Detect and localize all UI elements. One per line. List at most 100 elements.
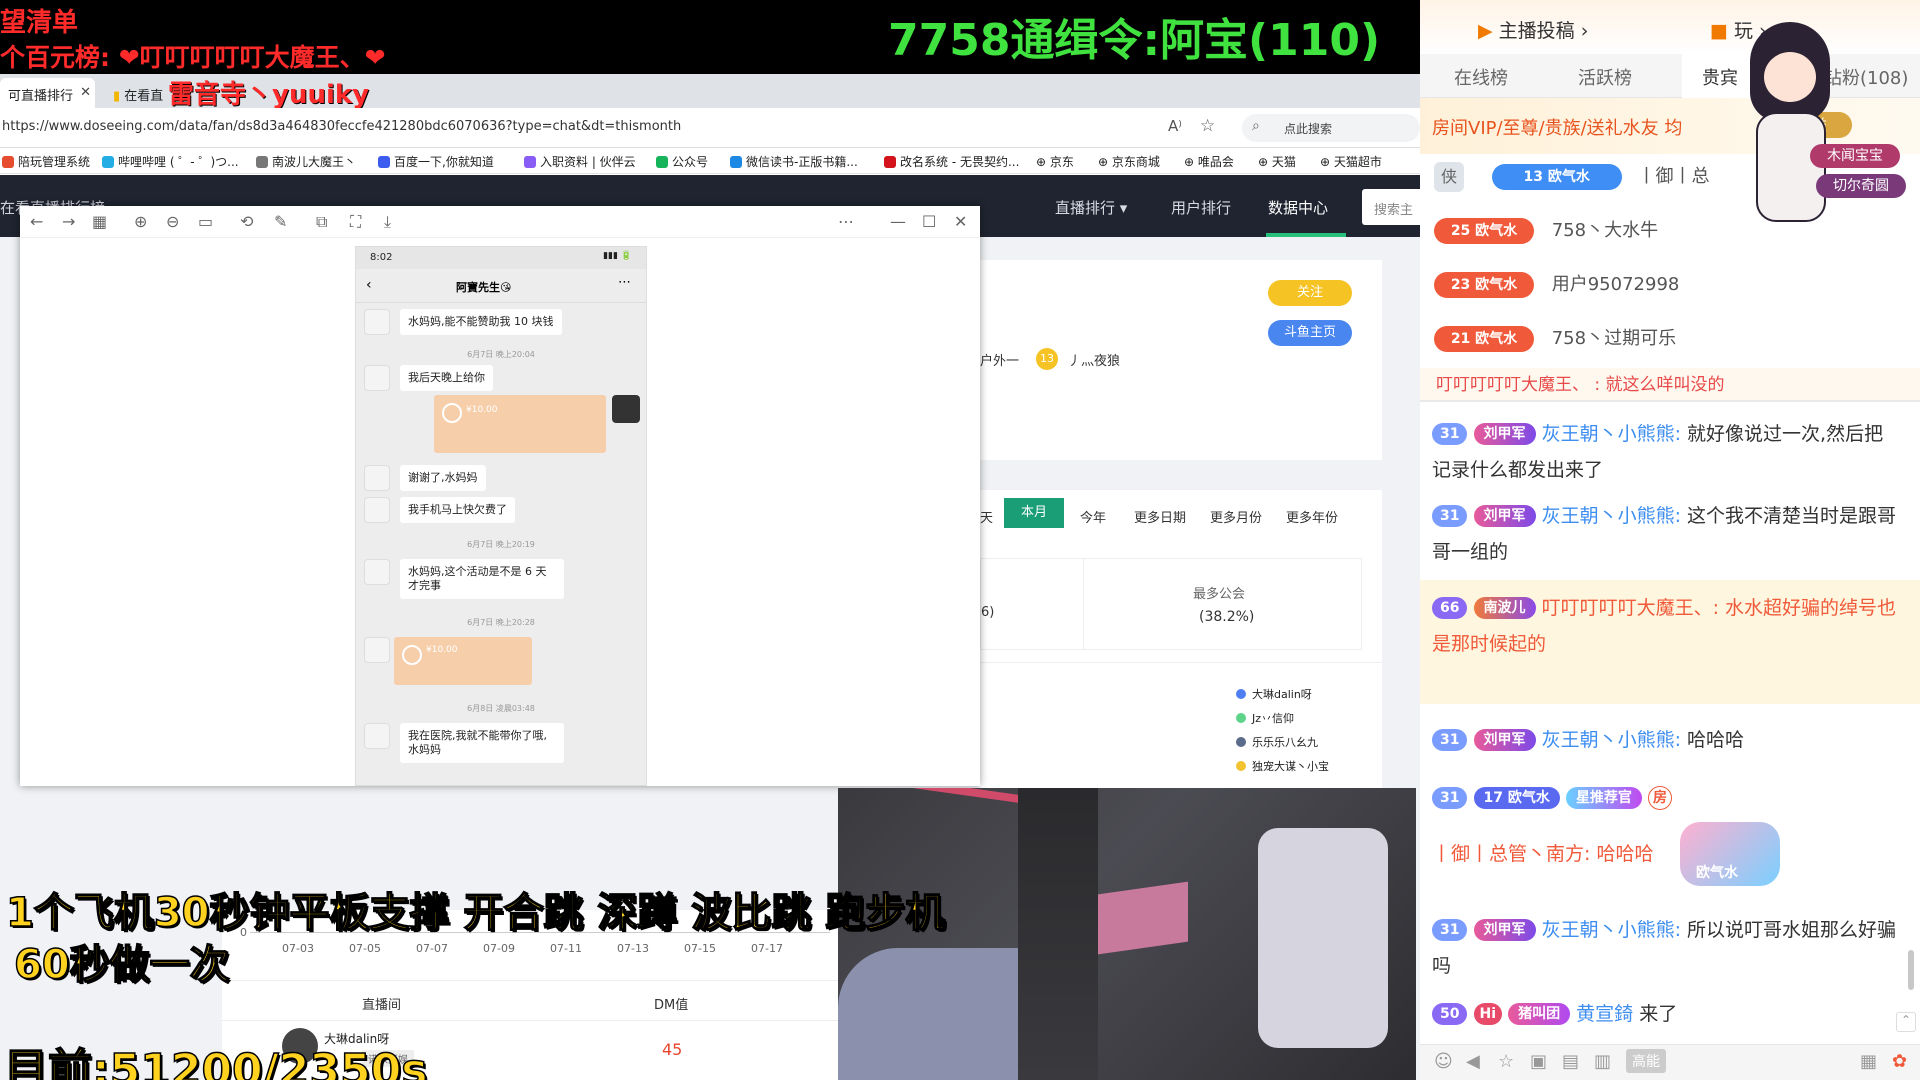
- bookmark-item[interactable]: 陪玩管理系统: [2, 153, 90, 170]
- douyu-home-button[interactable]: 斗鱼主页: [1268, 320, 1352, 346]
- x-tick: 07-03: [282, 942, 314, 955]
- user-level-badge: 31: [1432, 787, 1468, 809]
- browser-tab-1[interactable]: 可直播排行 ✕: [0, 78, 95, 108]
- zoom-out-icon[interactable]: ⊖: [166, 212, 179, 231]
- nav-live-rank[interactable]: 直播排行 ▾: [1055, 197, 1127, 218]
- chat-message[interactable]: 31 刘甲军 灰王朝丶小熊熊: 所以说叮哥水姐那么好骗吗: [1432, 912, 1902, 984]
- chat-username[interactable]: 黄宣錡: [1576, 1003, 1633, 1025]
- rotate-icon[interactable]: ⟲: [240, 212, 253, 231]
- speaker-icon[interactable]: ◀: [1466, 1051, 1480, 1072]
- meme-icon[interactable]: ▥: [1594, 1051, 1611, 1072]
- close-icon[interactable]: ✕: [80, 85, 91, 100]
- vip-rank-row[interactable]: 21 欧气水 758丶过期可乐: [1434, 324, 1904, 354]
- bookmark-item[interactable]: ⊕ 京东商城: [1098, 153, 1160, 170]
- crop-icon[interactable]: ⛶: [350, 212, 361, 232]
- chat-timestamp: 6月7日 晚上20:28: [467, 618, 535, 627]
- read-aloud-icon[interactable]: A⁾: [1168, 117, 1182, 135]
- legend-dot: [1236, 761, 1246, 771]
- bookmark-item[interactable]: 哔哩哔哩 ( ゜- ゜)つ...: [102, 153, 239, 170]
- emoji-icon[interactable]: ☺: [1434, 1051, 1453, 1072]
- bookmark-item[interactable]: ⊕ 天猫: [1258, 153, 1296, 170]
- period-this-year[interactable]: 今年: [1080, 507, 1106, 526]
- url-text[interactable]: https://www.doseeing.com/data/fan/ds8d3a…: [2, 119, 1142, 134]
- chat-username[interactable]: 叮叮叮叮叮大魔王、:: [1542, 597, 1719, 619]
- back-chevron-icon[interactable]: ‹: [366, 277, 372, 293]
- chat-message[interactable]: 50 Hi 猪叫团 黄宣錡 来了: [1432, 996, 1902, 1032]
- chat-message[interactable]: 31 刘甲军 灰王朝丶小熊熊: 哈哈哈: [1432, 722, 1902, 758]
- chat-message[interactable]: 丨御丨总管丶南方: 哈哈哈: [1432, 836, 1902, 872]
- avatar: [364, 559, 390, 585]
- back-arrow-icon[interactable]: ←: [30, 212, 43, 231]
- manage-icon[interactable]: ▤: [1562, 1051, 1579, 1072]
- vip-rank-row[interactable]: 25 欧气水 758丶大水牛: [1434, 216, 1904, 246]
- chat-username[interactable]: 丨御丨总管丶南方:: [1432, 843, 1590, 865]
- period-more-dates[interactable]: 更多日期: [1134, 507, 1186, 526]
- edit-icon[interactable]: ✎: [274, 212, 287, 231]
- zoom-in-icon[interactable]: ⊕: [134, 212, 147, 231]
- bookmark-label: 改名系统 - 无畏契约...: [900, 155, 1020, 169]
- high-energy-button[interactable]: 高能: [1626, 1049, 1666, 1073]
- more-icon[interactable]: ⋯: [838, 212, 854, 231]
- chat-username[interactable]: 灰王朝丶小熊熊:: [1542, 919, 1681, 941]
- bookmark-item[interactable]: 入职资料 | 伙伴云: [524, 153, 636, 170]
- bookmark-item[interactable]: 微信读书-正版书籍...: [730, 153, 858, 170]
- room-badge: 房: [1647, 786, 1672, 810]
- forward-arrow-icon[interactable]: →: [62, 212, 75, 231]
- live-chat-panel: ▶ 主播投稿 › ■ 玩 › 在线榜 活跃榜 贵宾 钻粉(108) 房间VIP/…: [1420, 0, 1920, 1080]
- favorite-star-icon[interactable]: ☆: [1200, 116, 1215, 136]
- chat-contact-name: 阿寶先生😘: [456, 281, 512, 294]
- bookmark-item[interactable]: ⊕ 天猫超市: [1320, 153, 1382, 170]
- close-icon[interactable]: ✕: [954, 212, 967, 231]
- bookmark-favicon-icon: [256, 156, 268, 168]
- chat-message[interactable]: 31 刘甲军 灰王朝丶小熊熊: 就好像说过一次,然后把记录什么都发出来了: [1432, 416, 1902, 488]
- bookmark-item[interactable]: ⊕ 京东: [1036, 153, 1074, 170]
- vip-rank-row[interactable]: 侠 13 欧气水 丨御丨总: [1434, 162, 1904, 192]
- browser-search-box[interactable]: ⌕ 点此搜索: [1242, 114, 1420, 142]
- bookmark-item[interactable]: 改名系统 - 无畏契约...: [884, 153, 1019, 170]
- gift-sticker: 欧气水: [1680, 822, 1780, 886]
- maximize-icon[interactable]: ☐: [922, 212, 936, 231]
- tab-active-rank[interactable]: 活跃榜: [1578, 64, 1632, 90]
- more-icon[interactable]: ⋯: [618, 275, 631, 290]
- payment-bubble: ¥10.00: [394, 637, 532, 685]
- bookmark-item[interactable]: 公众号: [656, 153, 708, 170]
- chat-username[interactable]: 灰王朝丶小熊熊:: [1542, 505, 1681, 527]
- bookmark-item[interactable]: ⊕ 唯品会: [1184, 153, 1234, 170]
- site-search-input[interactable]: 搜索主: [1362, 189, 1420, 225]
- chat-message-highlight[interactable]: 66 南波儿 叮叮叮叮叮大魔王、: 水水超好骗的绰号也是那时候起的: [1432, 590, 1902, 662]
- grid-icon[interactable]: ▦: [92, 212, 107, 231]
- streamer-submit-link[interactable]: ▶ 主播投稿 ›: [1478, 16, 1588, 43]
- follow-button[interactable]: 关注: [1268, 280, 1352, 306]
- nav-user-rank[interactable]: 用户排行: [1171, 197, 1231, 218]
- download-icon[interactable]: ⤓: [384, 212, 391, 232]
- period-more-months[interactable]: 更多月份: [1210, 507, 1262, 526]
- hi-badge: Hi: [1473, 1003, 1503, 1025]
- chat-message[interactable]: 31 17 欧气水 星推荐官 房: [1432, 780, 1902, 816]
- chat-username[interactable]: 灰王朝丶小熊熊:: [1542, 423, 1681, 445]
- gift-icon[interactable]: ✿: [1892, 1051, 1907, 1072]
- copy-icon[interactable]: ⧉: [316, 212, 327, 232]
- bookmark-item[interactable]: 南波儿大魔王丶: [256, 153, 356, 170]
- chat-message[interactable]: 31 刘甲军 灰王朝丶小熊熊: 这个我不清楚当时是跟哥哥一组的: [1432, 498, 1902, 570]
- minimize-icon[interactable]: —: [890, 212, 906, 231]
- star-icon[interactable]: ☆: [1498, 1051, 1514, 1072]
- overlay-exercise-rule-2: 60秒做一次: [13, 941, 230, 989]
- tab-online-rank[interactable]: 在线榜: [1454, 64, 1508, 90]
- chat-username[interactable]: 灰王朝丶小熊熊:: [1542, 729, 1681, 751]
- badge-icon[interactable]: ▣: [1530, 1051, 1547, 1072]
- legend-dot: [1236, 713, 1246, 723]
- period-more-years[interactable]: 更多年份: [1286, 507, 1338, 526]
- tab-1-label: 可直播排行: [8, 89, 74, 104]
- address-bar: https://www.doseeing.com/data/fan/ds8d3a…: [0, 108, 1420, 148]
- filter-icon[interactable]: ▦: [1860, 1051, 1877, 1072]
- fan-badge: 南波儿: [1473, 597, 1536, 619]
- chat-scrollbar[interactable]: [1908, 950, 1914, 990]
- overlay-progress: 目前:51200/2350s: [3, 1044, 428, 1080]
- period-this-month[interactable]: 本月: [1004, 498, 1064, 528]
- bookmark-item[interactable]: 百度一下,你就知道: [378, 153, 494, 170]
- scroll-top-icon[interactable]: ⌃: [1896, 1012, 1916, 1032]
- chat-text: 哈哈哈: [1596, 843, 1654, 865]
- nav-data-center[interactable]: 数据中心: [1268, 197, 1328, 218]
- fit-icon[interactable]: ▭: [198, 212, 213, 231]
- vip-rank-row[interactable]: 23 欧气水 用户95072998: [1434, 270, 1904, 300]
